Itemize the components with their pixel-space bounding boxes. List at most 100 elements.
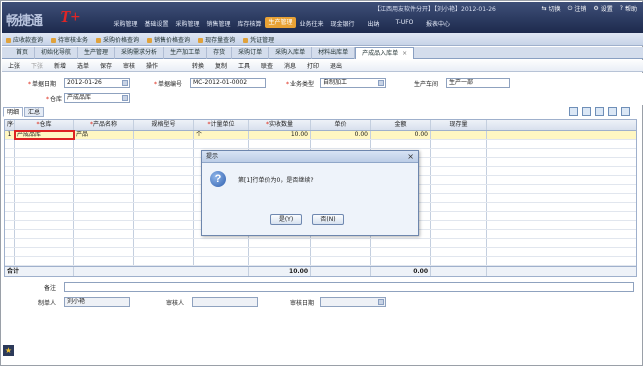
nav-item[interactable]: T-UFO bbox=[389, 19, 420, 28]
empty-cell[interactable] bbox=[15, 221, 74, 229]
nav-item[interactable]: 基础设置 bbox=[141, 19, 172, 28]
empty-cell[interactable] bbox=[74, 176, 134, 184]
empty-cell[interactable] bbox=[134, 221, 194, 229]
empty-cell[interactable] bbox=[431, 176, 487, 184]
print-icon[interactable] bbox=[595, 107, 604, 116]
delete-row-icon[interactable] bbox=[582, 107, 591, 116]
empty-cell[interactable] bbox=[15, 239, 74, 247]
copy-button[interactable]: 复制 bbox=[215, 61, 238, 70]
empty-cell[interactable] bbox=[134, 158, 194, 166]
help-button[interactable]: ? 帮助 bbox=[620, 4, 637, 13]
empty-cell[interactable] bbox=[134, 185, 194, 193]
tab-finished-goods-receipt[interactable]: 产成品入库单 × bbox=[355, 47, 415, 59]
empty-cell[interactable] bbox=[134, 230, 194, 238]
empty-cell[interactable] bbox=[74, 140, 134, 148]
empty-cell[interactable] bbox=[134, 257, 194, 265]
empty-cell[interactable] bbox=[311, 248, 371, 256]
spec-cell[interactable] bbox=[134, 131, 194, 139]
empty-cell[interactable] bbox=[74, 194, 134, 202]
empty-cell[interactable] bbox=[194, 239, 249, 247]
workshop-field[interactable]: 生产一部 bbox=[446, 78, 510, 88]
empty-cell[interactable] bbox=[74, 239, 134, 247]
unit-cell[interactable]: 个 bbox=[194, 131, 249, 139]
empty-cell[interactable] bbox=[74, 203, 134, 211]
empty-table-row[interactable] bbox=[5, 257, 636, 266]
prev-button[interactable]: 上张 bbox=[8, 61, 31, 70]
empty-cell[interactable] bbox=[15, 185, 74, 193]
empty-cell[interactable] bbox=[5, 257, 15, 265]
empty-cell[interactable] bbox=[15, 149, 74, 157]
search-icon[interactable] bbox=[122, 95, 128, 101]
biz-type-select[interactable]: 自制加工 bbox=[320, 78, 386, 88]
empty-table-row[interactable] bbox=[5, 248, 636, 257]
query-button[interactable]: 联查 bbox=[261, 61, 284, 70]
close-icon[interactable]: × bbox=[407, 151, 414, 163]
quick-link[interactable]: 凭证管理 bbox=[243, 35, 274, 44]
operation-button[interactable]: 操作 bbox=[146, 61, 169, 70]
tab-summary[interactable]: 汇总 bbox=[24, 107, 44, 117]
empty-cell[interactable] bbox=[431, 239, 487, 247]
empty-cell[interactable] bbox=[74, 257, 134, 265]
empty-cell[interactable] bbox=[431, 203, 487, 211]
empty-cell[interactable] bbox=[371, 257, 431, 265]
tab-inventory[interactable]: 存货 bbox=[207, 47, 233, 59]
empty-cell[interactable] bbox=[74, 248, 134, 256]
empty-cell[interactable] bbox=[74, 149, 134, 157]
code-field[interactable]: MC-2012-01-0002 bbox=[190, 78, 266, 88]
empty-cell[interactable] bbox=[134, 194, 194, 202]
empty-cell[interactable] bbox=[249, 257, 311, 265]
empty-cell[interactable] bbox=[371, 239, 431, 247]
empty-cell[interactable] bbox=[134, 167, 194, 175]
empty-cell[interactable] bbox=[134, 203, 194, 211]
settings-button[interactable]: ⚙ 设置 bbox=[593, 4, 612, 13]
empty-cell[interactable] bbox=[431, 149, 487, 157]
date-field[interactable]: 2012-01-26 bbox=[64, 78, 130, 88]
no-button[interactable]: 否(N) bbox=[312, 214, 344, 225]
nav-item[interactable]: 销售管理 bbox=[203, 19, 234, 28]
column-settings-icon[interactable] bbox=[621, 107, 630, 116]
empty-cell[interactable] bbox=[134, 212, 194, 220]
tab-init-guide[interactable]: 初始化导航 bbox=[35, 47, 79, 59]
chevron-down-icon[interactable] bbox=[378, 80, 384, 86]
tab-purchase-order[interactable]: 采购订单 bbox=[232, 47, 270, 59]
empty-cell[interactable] bbox=[5, 239, 15, 247]
product-cell[interactable]: 产品 bbox=[74, 131, 134, 139]
empty-cell[interactable] bbox=[371, 140, 431, 148]
empty-cell[interactable] bbox=[74, 230, 134, 238]
empty-cell[interactable] bbox=[5, 212, 15, 220]
insert-row-icon[interactable] bbox=[569, 107, 578, 116]
empty-cell[interactable] bbox=[431, 230, 487, 238]
empty-cell[interactable] bbox=[431, 212, 487, 220]
nav-item[interactable]: 采购管理 bbox=[110, 19, 141, 28]
empty-cell[interactable] bbox=[431, 167, 487, 175]
quick-link[interactable]: 采购价格查询 bbox=[96, 35, 139, 44]
empty-cell[interactable] bbox=[5, 167, 15, 175]
empty-cell[interactable] bbox=[431, 158, 487, 166]
empty-cell[interactable] bbox=[15, 158, 74, 166]
empty-cell[interactable] bbox=[431, 248, 487, 256]
switch-button[interactable]: ⇆ 切换 bbox=[542, 4, 561, 13]
tab-work-order[interactable]: 生产加工单 bbox=[164, 47, 208, 59]
price-cell[interactable]: 0.00 bbox=[311, 131, 371, 139]
exit-button[interactable]: 退出 bbox=[330, 61, 353, 70]
close-icon[interactable]: × bbox=[402, 50, 407, 57]
nav-item[interactable]: 业务往来 bbox=[296, 19, 327, 28]
message-button[interactable]: 消息 bbox=[284, 61, 307, 70]
select-button[interactable]: 选单 bbox=[77, 61, 100, 70]
empty-cell[interactable] bbox=[15, 248, 74, 256]
quick-link[interactable]: 应收款查询 bbox=[6, 35, 43, 44]
empty-cell[interactable] bbox=[194, 257, 249, 265]
tab-detail[interactable]: 明细 bbox=[3, 107, 23, 117]
empty-cell[interactable] bbox=[134, 149, 194, 157]
empty-cell[interactable] bbox=[5, 248, 15, 256]
star-icon[interactable]: ★ bbox=[3, 345, 14, 356]
empty-cell[interactable] bbox=[15, 257, 74, 265]
export-icon[interactable] bbox=[608, 107, 617, 116]
tab-purchase-receipt[interactable]: 采购入库单 bbox=[269, 47, 313, 59]
tools-button[interactable]: 工具 bbox=[238, 61, 261, 70]
nav-item[interactable]: 采购管理 bbox=[172, 19, 203, 28]
nav-item[interactable]: 库存核算 bbox=[234, 19, 265, 28]
convert-button[interactable]: 转换 bbox=[192, 61, 215, 70]
audit-button[interactable]: 审核 bbox=[123, 61, 146, 70]
print-button[interactable]: 打印 bbox=[307, 61, 330, 70]
